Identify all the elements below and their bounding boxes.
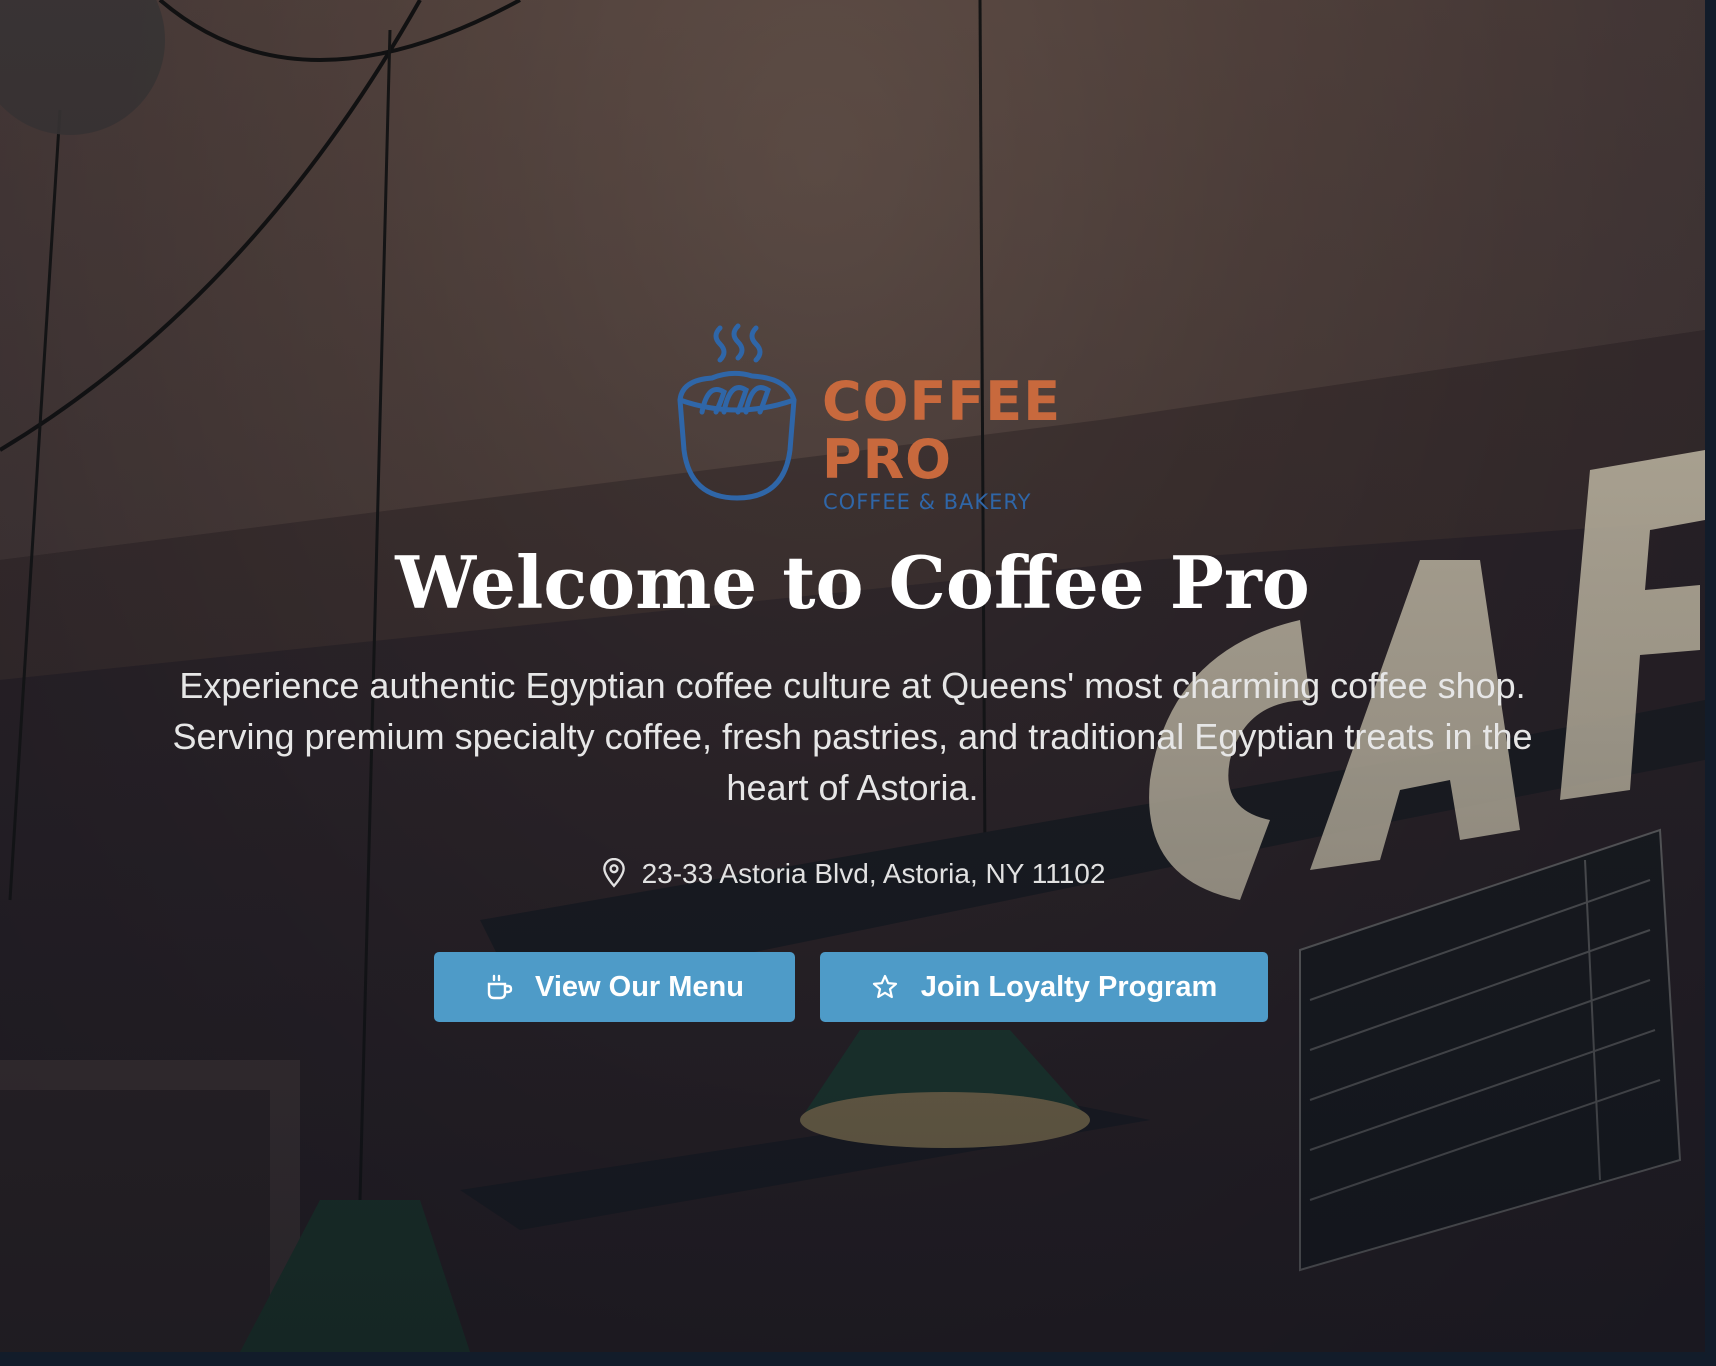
logo-word-coffee: COFFEE	[822, 370, 1062, 433]
bottom-edge	[0, 1352, 1716, 1366]
hero-content: COFFEE PRO COFFEE & BAKERY Welcome to Co…	[0, 0, 1705, 1352]
address-text: 23-33 Astoria Blvd, Astoria, NY 11102	[641, 858, 1106, 889]
hero-description: Experience authentic Egyptian coffee cul…	[172, 665, 1533, 808]
logo-tagline: COFFEE & BAKERY	[823, 490, 1032, 514]
star-icon	[872, 974, 897, 999]
coffee-cup-steam-icon	[677, 323, 797, 501]
map-pin-icon	[602, 858, 625, 888]
logo-word-pro: PRO	[822, 428, 953, 491]
right-edge	[1705, 0, 1716, 1366]
address-line: 23-33 Astoria Blvd, Astoria, NY 11102	[0, 858, 1705, 890]
brand-logo[interactable]: COFFEE PRO COFFEE & BAKERY	[672, 320, 1060, 520]
hero-section: COFFEE PRO COFFEE & BAKERY Welcome to Co…	[0, 0, 1705, 1352]
coffee-cup-icon	[487, 974, 513, 1000]
join-loyalty-button[interactable]: Join Loyalty Program	[820, 952, 1268, 1022]
view-menu-label: View Our Menu	[535, 970, 744, 1003]
hero-title: Welcome to Coffee Pro	[395, 540, 1310, 625]
view-menu-button[interactable]: View Our Menu	[434, 952, 795, 1022]
join-loyalty-label: Join Loyalty Program	[920, 970, 1218, 1003]
